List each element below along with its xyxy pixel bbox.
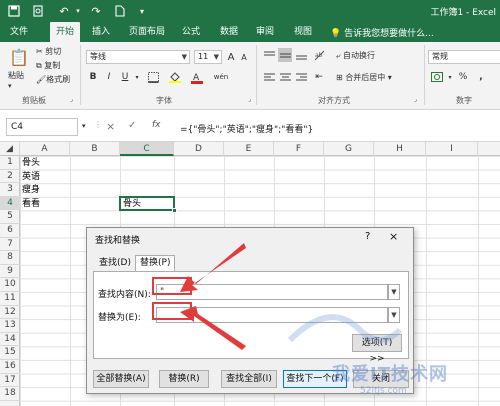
excel-window: ↶ ▾ ↷ ▾ 工作簿1 - Excel 文件 开始 插入 页面布局 公式 数据…	[0, 0, 500, 406]
watermark-text: 我爱IT技术网	[332, 364, 448, 385]
annotation-arrows	[180, 243, 403, 350]
watermark-url: 52itjs.com	[360, 386, 407, 396]
annotation-arrow-replace	[180, 306, 246, 350]
watermark-swoosh	[287, 314, 403, 343]
annotation-arrow-find	[180, 243, 246, 292]
